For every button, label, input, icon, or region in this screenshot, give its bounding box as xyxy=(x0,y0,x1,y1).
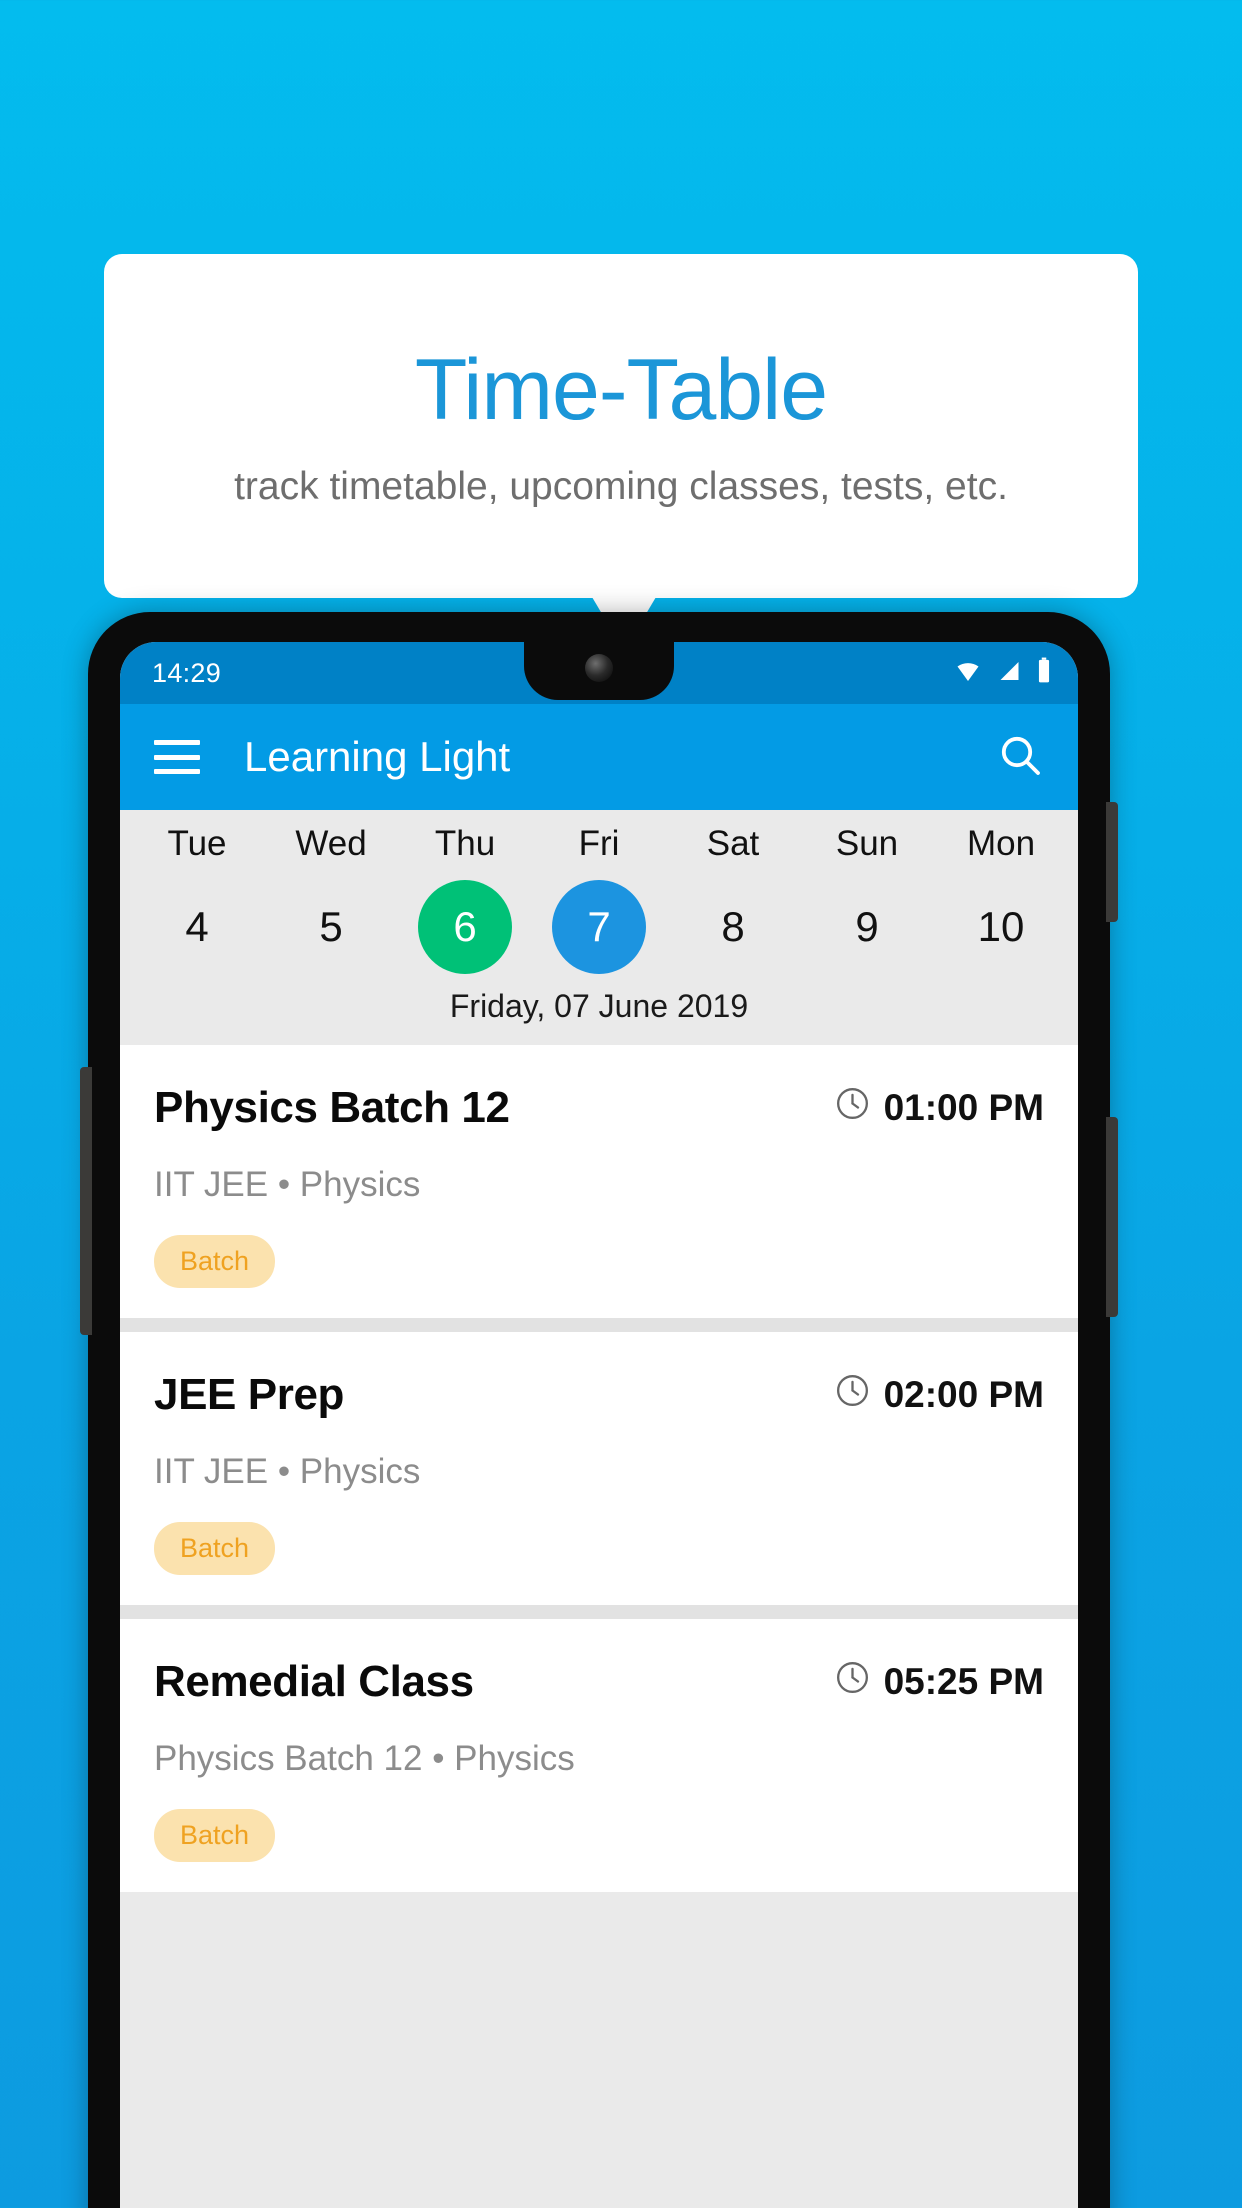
day-number: 9 xyxy=(855,903,879,950)
day-number-wrap: 9 xyxy=(820,880,914,974)
class-card[interactable]: JEE Prep 02:00 PM IIT JEE • Physics Batc… xyxy=(120,1332,1078,1605)
week-day-fri[interactable]: Fri 7 xyxy=(532,824,666,974)
class-time-text: 02:00 PM xyxy=(883,1374,1044,1415)
hamburger-menu-icon[interactable] xyxy=(154,740,200,774)
day-number-wrap: 5 xyxy=(284,880,378,974)
promo-title: Time-Table xyxy=(414,341,828,438)
wifi-icon xyxy=(953,659,983,688)
class-card-header: JEE Prep 02:00 PM xyxy=(154,1370,1044,1420)
day-number-wrap: 8 xyxy=(686,880,780,974)
day-number: 10 xyxy=(977,903,1025,950)
day-number: 8 xyxy=(721,903,745,950)
battery-icon xyxy=(1036,657,1052,689)
class-card[interactable]: Remedial Class 05:25 PM Physics Batch 12… xyxy=(120,1619,1078,1892)
phone-notch xyxy=(524,642,674,700)
clock-icon xyxy=(834,1372,871,1418)
day-number: 6 xyxy=(453,903,477,950)
app-title: Learning Light xyxy=(244,733,511,780)
class-card-header: Physics Batch 12 01:00 PM xyxy=(154,1083,1044,1133)
day-name: Tue xyxy=(167,824,227,863)
clock-icon xyxy=(834,1659,871,1705)
day-name: Wed xyxy=(295,824,367,863)
week-day-mon[interactable]: Mon 10 xyxy=(934,824,1068,974)
week-day-tue[interactable]: Tue 4 xyxy=(130,824,264,974)
week-days-row: Tue 4 Wed 5 Thu 6 Fri 7 Sat 8 Sun 9 Mon … xyxy=(130,824,1068,974)
phone-volume-button[interactable] xyxy=(1106,1117,1118,1317)
class-time: 01:00 PM xyxy=(834,1085,1044,1131)
signal-icon xyxy=(996,659,1023,688)
day-number-wrap: 10 xyxy=(954,880,1048,974)
class-card-header: Remedial Class 05:25 PM xyxy=(154,1657,1044,1707)
week-day-thu[interactable]: Thu 6 xyxy=(398,824,532,974)
status-bar-time: 14:29 xyxy=(152,657,222,688)
day-name: Fri xyxy=(578,824,620,863)
week-day-sun[interactable]: Sun 9 xyxy=(800,824,934,974)
class-subtitle: IIT JEE • Physics xyxy=(154,1165,421,1204)
front-camera-icon xyxy=(585,654,613,682)
phone-screen: 14:29 Learning Light Tue 4 Wed 5 Thu 6 F… xyxy=(120,642,1078,2208)
phone-device-frame: 14:29 Learning Light Tue 4 Wed 5 Thu 6 F… xyxy=(80,612,1118,2208)
class-list: Physics Batch 12 01:00 PM IIT JEE • Phys… xyxy=(120,1045,1078,1892)
app-bar: Learning Light xyxy=(120,704,1078,810)
status-bar: 14:29 xyxy=(120,642,1078,704)
class-title: JEE Prep xyxy=(154,1370,345,1419)
status-badge: Batch xyxy=(154,1235,276,1288)
phone-power-button[interactable] xyxy=(1106,802,1118,922)
search-icon[interactable] xyxy=(996,731,1044,784)
week-day-sat[interactable]: Sat 8 xyxy=(666,824,800,974)
class-time: 05:25 PM xyxy=(834,1659,1044,1705)
day-number-wrap: 4 xyxy=(150,880,244,974)
day-number-wrap-today: 6 xyxy=(418,880,512,974)
status-badge: Batch xyxy=(154,1522,276,1575)
day-number: 5 xyxy=(319,903,343,950)
status-badge: Batch xyxy=(154,1809,276,1862)
phone-left-side-button[interactable] xyxy=(80,1067,92,1335)
promo-subtitle: track timetable, upcoming classes, tests… xyxy=(234,464,1008,508)
day-name: Thu xyxy=(434,824,496,863)
class-title: Remedial Class xyxy=(154,1657,474,1706)
day-name: Mon xyxy=(966,824,1036,863)
day-name: Sat xyxy=(706,824,760,863)
day-number-wrap-selected: 7 xyxy=(552,880,646,974)
clock-icon xyxy=(834,1085,871,1131)
class-card[interactable]: Physics Batch 12 01:00 PM IIT JEE • Phys… xyxy=(120,1045,1078,1318)
class-time: 02:00 PM xyxy=(834,1372,1044,1418)
class-title: Physics Batch 12 xyxy=(154,1083,510,1132)
day-number: 4 xyxy=(185,903,209,950)
selected-date-label: Friday, 07 June 2019 xyxy=(120,974,1078,1045)
promo-bubble: Time-Table track timetable, upcoming cla… xyxy=(104,254,1138,598)
class-time-text: 01:00 PM xyxy=(883,1087,1044,1128)
class-time-text: 05:25 PM xyxy=(883,1661,1044,1702)
day-number: 7 xyxy=(587,903,611,950)
week-day-wed[interactable]: Wed 5 xyxy=(264,824,398,974)
day-name: Sun xyxy=(835,824,899,863)
class-subtitle: Physics Batch 12 • Physics xyxy=(154,1739,575,1778)
week-strip: Tue 4 Wed 5 Thu 6 Fri 7 Sat 8 Sun 9 Mon … xyxy=(120,810,1078,974)
status-bar-icons xyxy=(953,657,1052,689)
class-subtitle: IIT JEE • Physics xyxy=(154,1452,421,1491)
